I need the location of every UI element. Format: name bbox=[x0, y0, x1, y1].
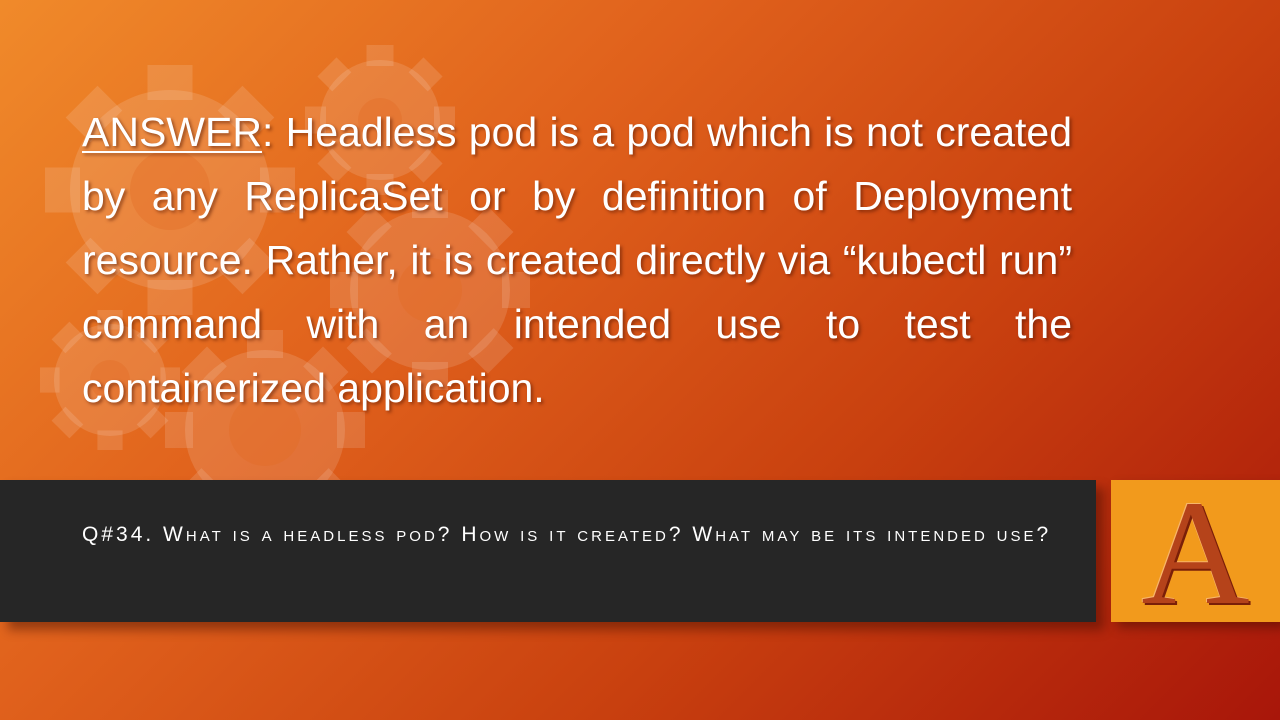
slide: ANSWER: Headless pod is a pod which is n… bbox=[0, 0, 1280, 720]
answer-badge: A bbox=[1111, 478, 1280, 628]
answer-label: ANSWER bbox=[82, 109, 262, 155]
question-text: Q#34. What is a headless pod? How is it … bbox=[82, 523, 1052, 546]
question-bar bbox=[0, 480, 1096, 622]
answer-colon: : bbox=[261, 109, 274, 155]
answer-badge-letter: A bbox=[1141, 470, 1250, 636]
answer-text-block: ANSWER: Headless pod is a pod which is n… bbox=[82, 100, 1072, 420]
